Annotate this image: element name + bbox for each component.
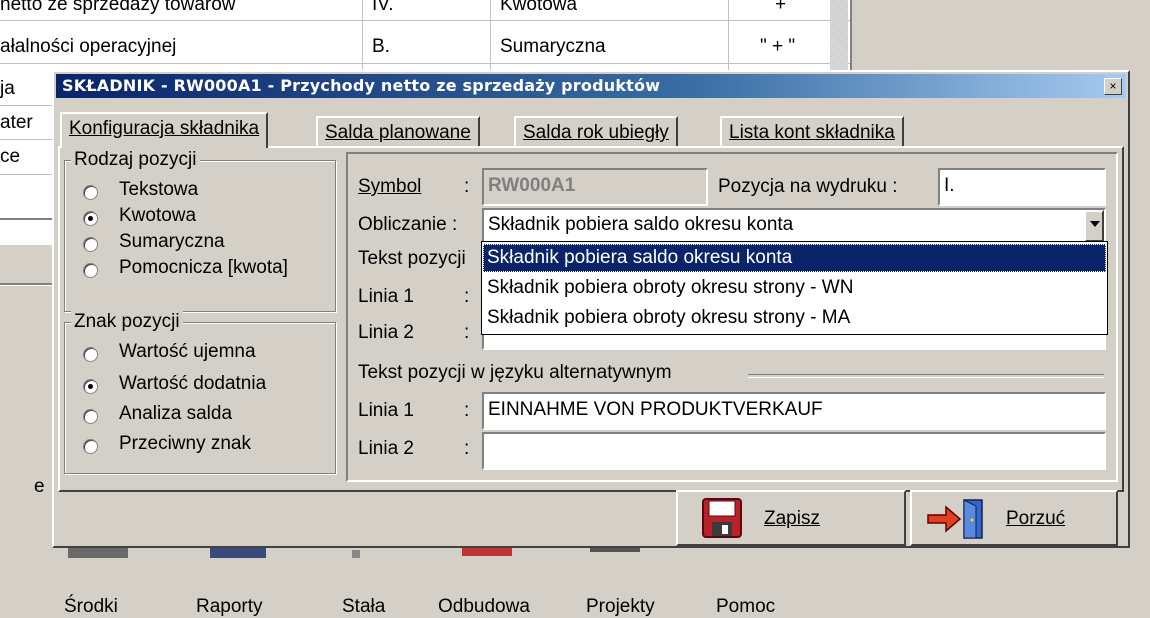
close-icon[interactable]: × [1104,78,1122,95]
symbol-field[interactable]: RW000A1 [482,168,708,206]
tab-salda-rok-ubiegly[interactable]: Salda rok ubiegły [514,116,678,146]
toolbar-label-srodki[interactable]: Środki [64,596,118,618]
toolbar-label-stala[interactable]: Stała [342,596,385,618]
radio-przeciwny-znak-label[interactable]: Przeciwny znak [119,433,251,455]
symbol-label: Symbol [358,176,421,198]
radio-kwotowa-label[interactable]: Kwotowa [119,205,196,227]
table-row[interactable]: netto ze sprzedaży towarów IV. Kwotowa + [0,0,850,21]
obliczanie-label: Obliczanie : [358,214,458,235]
dropdown-option-saldo[interactable]: Składnik pobiera saldo okresu konta [483,244,1106,272]
tab-salda-planowane[interactable]: Salda planowane [316,116,480,146]
dropdown-option-obroty-wn[interactable]: Składnik pobiera obroty okresu strony - … [483,274,1106,302]
radio-kwotowa[interactable] [83,211,98,226]
tab-lista-kont[interactable]: Lista kont składnika [720,116,904,146]
radio-pomocnicza[interactable] [83,263,98,278]
radio-analiza-salda[interactable] [83,409,98,424]
linia1-colon: : [464,286,470,307]
linia1-label: Linia 1 [358,286,414,307]
linia2-label: Linia 2 [358,322,414,343]
save-button-label: Zapisz [764,508,820,529]
toolbar-label-pomoc[interactable]: Pomoc [716,596,775,618]
toolbar-label-projekty[interactable]: Projekty [586,596,655,618]
alt-linia1-label: Linia 1 [358,400,414,421]
radio-sumaryczna[interactable] [83,237,98,252]
radio-analiza-salda-label[interactable]: Analiza salda [119,403,232,425]
radio-przeciwny-znak[interactable] [83,439,98,454]
row-type: Kwotowa [500,0,578,15]
radio-wartosc-dodatnia-label[interactable]: Wartość dodatnia [119,373,266,395]
alt-linia2-field[interactable] [482,432,1106,470]
dialog-titlebar[interactable]: SKŁADNIK - RW000A1 - Przychody netto ze … [56,74,1126,98]
column-divider [728,0,729,72]
row-name: ałalności operacyjnej [0,36,177,57]
row-type: Sumaryczna [500,36,606,57]
row-name: ce [0,146,21,167]
alt-linia2-label: Linia 2 [358,438,414,459]
toolbar-icon-odbudowa[interactable] [462,548,512,556]
dialog-title: SKŁADNIK - RW000A1 - Przychody netto ze … [62,76,661,95]
toolbar-icon-stala[interactable] [352,550,360,558]
row-name: ater [0,112,33,133]
row-level: IV. [372,0,394,15]
znak-pozycji-group: Znak pozycji Wartość ujemna Wartość doda… [64,311,336,474]
radio-tekstowa[interactable] [83,185,98,200]
row-sign: " + " [760,36,796,57]
toolbar-icon-raporty[interactable] [210,548,266,558]
symbol-colon: : [464,176,470,197]
row-sign: + [775,0,787,15]
exit-door-icon [927,499,983,539]
row-name: netto ze sprzedaży towarów [0,0,236,15]
obliczanie-combo[interactable]: Składnik pobiera saldo okresu konta [482,208,1106,244]
radio-wartosc-ujemna-label[interactable]: Wartość ujemna [119,341,256,363]
alt-section-label: Tekst pozycji w języku alternatywnym [358,362,672,383]
background-separator [0,283,52,286]
column-divider [362,0,363,72]
row-name: ja [0,78,15,99]
radio-tekstowa-label[interactable]: Tekstowa [119,179,198,201]
toolbar-icon-srodki[interactable] [68,548,128,558]
symbol-label-text: Symbol [358,176,422,197]
discard-button[interactable]: Porzuć [910,490,1118,546]
obliczanie-dropdown-list: Składnik pobiera saldo okresu konta Skła… [481,241,1108,335]
tab-konfiguracja[interactable]: Konfiguracja składnika [60,112,269,148]
column-divider [490,0,491,72]
row-level: B. [372,36,390,57]
toolbar-icon-projekty[interactable] [590,548,640,552]
znak-pozycji-legend: Znak pozycji [71,311,183,333]
radio-wartosc-dodatnia[interactable] [83,379,98,394]
discard-button-label: Porzuć [1006,508,1066,529]
linia2-colon: : [464,322,470,343]
radio-pomocnicza-label[interactable]: Pomocnicza [kwota] [119,257,288,279]
table-row[interactable]: ałalności operacyjnej B. Sumaryczna " + … [0,31,850,64]
radio-sumaryczna-label[interactable]: Sumaryczna [119,231,225,253]
toolbar-label-raporty[interactable]: Raporty [196,596,263,618]
floppy-disk-icon [702,498,742,538]
pozycja-label: Pozycja na wydruku : [718,176,898,197]
background-text: e [34,476,45,497]
rodzaj-pozycji-group: Rodzaj pozycji Tekstowa Kwotowa Sumarycz… [64,149,336,312]
background-separator [0,218,52,221]
chevron-down-icon[interactable] [1084,210,1104,242]
background-scrollbar[interactable] [830,0,848,80]
dropdown-option-obroty-ma[interactable]: Składnik pobiera obroty okresu strony - … [483,304,1106,332]
tekst-pozycji-label: Tekst pozycji [358,248,466,269]
toolbar-label-odbudowa[interactable]: Odbudowa [438,596,530,618]
alt-linia1-field[interactable]: EINNAHME VON PRODUKTVERKAUF [482,392,1106,430]
alt-section-divider [748,374,1104,378]
radio-wartosc-ujemna[interactable] [83,347,98,362]
rodzaj-pozycji-legend: Rodzaj pozycji [71,149,200,171]
alt-linia2-colon: : [464,438,470,459]
alt-linia1-colon: : [464,400,470,421]
save-button[interactable]: Zapisz [676,490,906,546]
pozycja-field[interactable]: I. [938,168,1106,206]
